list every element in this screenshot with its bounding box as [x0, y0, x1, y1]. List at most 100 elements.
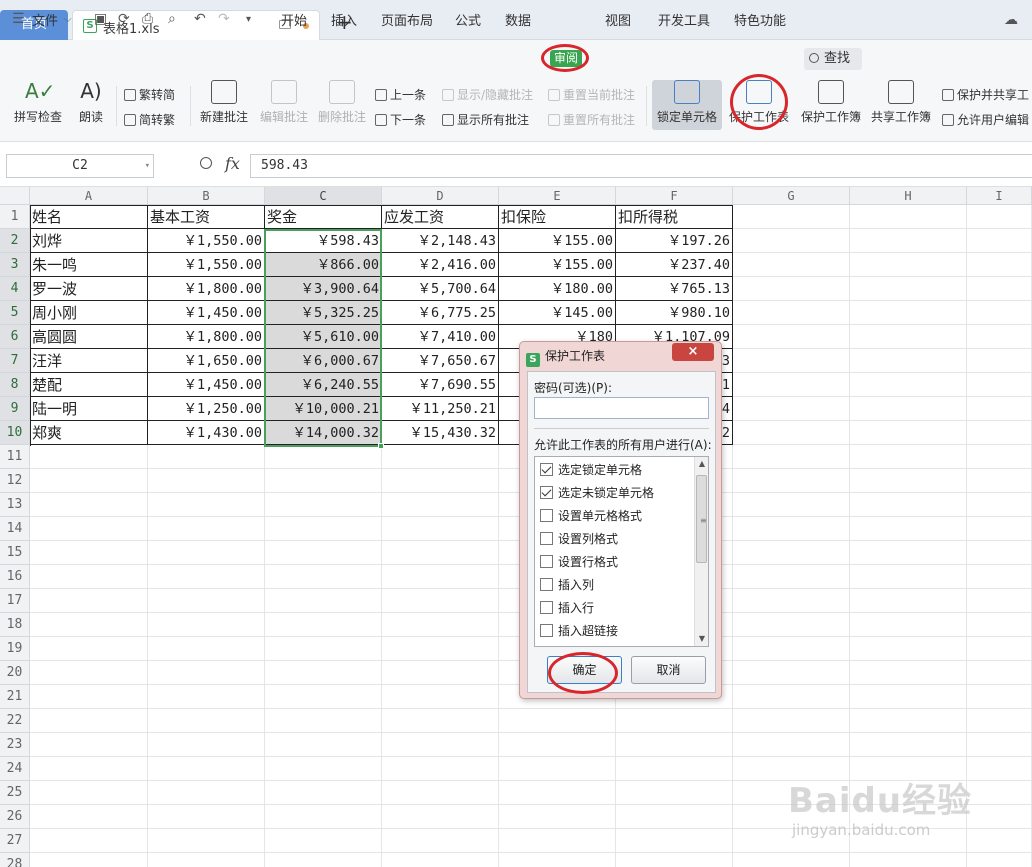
chevron-down-icon[interactable]: ▾ — [145, 155, 150, 177]
cell-A1[interactable]: 姓名 — [30, 205, 148, 229]
row-header-23[interactable]: 23 — [0, 733, 30, 757]
new-comment-button[interactable]: 新建批注 — [196, 80, 252, 125]
scroll-thumb[interactable]: ≡ — [696, 475, 707, 563]
checkbox[interactable] — [540, 578, 553, 591]
row-header-4[interactable]: 4 — [0, 277, 30, 301]
column-header-C[interactable]: C — [265, 187, 382, 205]
cloud-icon[interactable]: ☁ — [1004, 12, 1018, 28]
row-header-9[interactable]: 9 — [0, 397, 30, 421]
cell-E2[interactable]: ￥155.00 — [499, 229, 616, 253]
cell-A10[interactable]: 郑爽 — [30, 421, 148, 445]
lock-cells-button[interactable]: 锁定单元格 — [652, 80, 722, 125]
protect-workbook-button[interactable]: 保护工作簿 — [798, 80, 864, 125]
column-header-B[interactable]: B — [148, 187, 265, 205]
print-preview-icon[interactable]: ⌕ — [168, 11, 176, 27]
cell-A2[interactable]: 刘烨 — [30, 229, 148, 253]
reset-all-comments-button[interactable]: 重置所有批注 — [548, 111, 635, 128]
cell-D4[interactable]: ￥5,700.64 — [382, 277, 499, 301]
cell-C7[interactable]: ￥6,000.67 — [265, 349, 382, 373]
cell-D8[interactable]: ￥7,690.55 — [382, 373, 499, 397]
allow-user-edit-button[interactable]: 允许用户编辑 — [942, 111, 1029, 128]
row-header-20[interactable]: 20 — [0, 661, 30, 685]
scroll-up-icon[interactable]: ▲ — [695, 457, 708, 471]
cell-F5[interactable]: ￥980.10 — [616, 301, 733, 325]
row-header-19[interactable]: 19 — [0, 637, 30, 661]
menu-special[interactable]: 特色功能 — [734, 10, 786, 29]
trad-to-simp-button[interactable]: 繁转简 — [124, 86, 175, 103]
checkbox[interactable] — [540, 486, 553, 499]
row-header-24[interactable]: 24 — [0, 757, 30, 781]
row-header-6[interactable]: 6 — [0, 325, 30, 349]
cell-B10[interactable]: ￥1,430.00 — [148, 421, 265, 445]
checkbox[interactable] — [540, 509, 553, 522]
save-icon[interactable]: ▣ — [94, 11, 107, 27]
column-header-G[interactable]: G — [733, 187, 850, 205]
export-icon[interactable]: ⟳ — [118, 11, 130, 27]
row-header-17[interactable]: 17 — [0, 589, 30, 613]
permission-option[interactable]: 设置单元格格式 — [540, 506, 642, 526]
scroll-down-icon[interactable]: ▼ — [695, 632, 708, 646]
cell-C2[interactable]: ￥598.43 — [265, 229, 382, 253]
permission-option[interactable]: 选定未锁定单元格 — [540, 483, 654, 503]
menu-page-layout[interactable]: 页面布局 — [381, 10, 433, 29]
row-header-26[interactable]: 26 — [0, 805, 30, 829]
cell-F4[interactable]: ￥765.13 — [616, 277, 733, 301]
cell-C10[interactable]: ￥14,000.32 — [265, 421, 382, 445]
undo-icon[interactable]: ↶ — [194, 11, 206, 27]
row-header-11[interactable]: 11 — [0, 445, 30, 469]
prev-comment-button[interactable]: 上一条 — [375, 86, 426, 103]
menu-start[interactable]: 开始 — [281, 10, 307, 29]
reset-current-comment-button[interactable]: 重置当前批注 — [548, 86, 635, 103]
cell-B7[interactable]: ￥1,650.00 — [148, 349, 265, 373]
permissions-scrollbar[interactable]: ▲ ≡ ▼ — [694, 457, 708, 646]
checkbox[interactable] — [540, 624, 553, 637]
column-header-A[interactable]: A — [30, 187, 148, 205]
row-header-25[interactable]: 25 — [0, 781, 30, 805]
row-header-15[interactable]: 15 — [0, 541, 30, 565]
permission-option[interactable]: 删除列 — [540, 644, 594, 646]
checkbox[interactable] — [540, 463, 553, 476]
permission-option[interactable]: 插入行 — [540, 598, 594, 618]
checkbox[interactable] — [540, 532, 553, 545]
row-header-8[interactable]: 8 — [0, 373, 30, 397]
cell-A7[interactable]: 汪洋 — [30, 349, 148, 373]
zoom-icon[interactable] — [200, 157, 212, 169]
cell-E4[interactable]: ￥180.00 — [499, 277, 616, 301]
redo-icon[interactable]: ↷ — [218, 11, 230, 27]
column-header-I[interactable]: I — [967, 187, 1032, 205]
cell-B5[interactable]: ￥1,450.00 — [148, 301, 265, 325]
cell-E3[interactable]: ￥155.00 — [499, 253, 616, 277]
cell-C6[interactable]: ￥5,610.00 — [265, 325, 382, 349]
cell-B4[interactable]: ￥1,800.00 — [148, 277, 265, 301]
cell-A4[interactable]: 罗一波 — [30, 277, 148, 301]
cell-A9[interactable]: 陆一明 — [30, 397, 148, 421]
row-header-14[interactable]: 14 — [0, 517, 30, 541]
spell-check-button[interactable]: A✓ 拼写检查 — [8, 80, 68, 125]
row-header-27[interactable]: 27 — [0, 829, 30, 853]
print-icon[interactable]: ⎙ — [142, 11, 153, 27]
fx-icon[interactable]: fx — [225, 154, 240, 173]
row-header-5[interactable]: 5 — [0, 301, 30, 325]
chevron-down-icon[interactable]: ⌵ — [64, 14, 72, 25]
permission-option[interactable]: 插入超链接 — [540, 621, 618, 641]
row-header-18[interactable]: 18 — [0, 613, 30, 637]
cell-C4[interactable]: ￥3,900.64 — [265, 277, 382, 301]
cell-C5[interactable]: ￥5,325.25 — [265, 301, 382, 325]
cell-D5[interactable]: ￥6,775.25 — [382, 301, 499, 325]
read-aloud-button[interactable]: A) 朗读 — [72, 80, 110, 125]
menu-file[interactable]: 文件 — [32, 10, 58, 29]
row-header-1[interactable]: 1 — [0, 205, 30, 229]
permission-option[interactable]: 插入列 — [540, 575, 594, 595]
name-box[interactable]: C2 ▾ — [6, 154, 154, 178]
menu-data[interactable]: 数据 — [505, 10, 531, 29]
checkbox[interactable] — [540, 555, 553, 568]
cell-B9[interactable]: ￥1,250.00 — [148, 397, 265, 421]
cell-D9[interactable]: ￥11,250.21 — [382, 397, 499, 421]
protect-and-share-button[interactable]: 保护并共享工 — [942, 86, 1029, 103]
row-header-16[interactable]: 16 — [0, 565, 30, 589]
row-header-22[interactable]: 22 — [0, 709, 30, 733]
cell-C8[interactable]: ￥6,240.55 — [265, 373, 382, 397]
cell-B1[interactable]: 基本工资 — [148, 205, 265, 229]
edit-comment-button[interactable]: 编辑批注 — [256, 80, 312, 125]
cell-F1[interactable]: 扣所得税 — [616, 205, 733, 229]
